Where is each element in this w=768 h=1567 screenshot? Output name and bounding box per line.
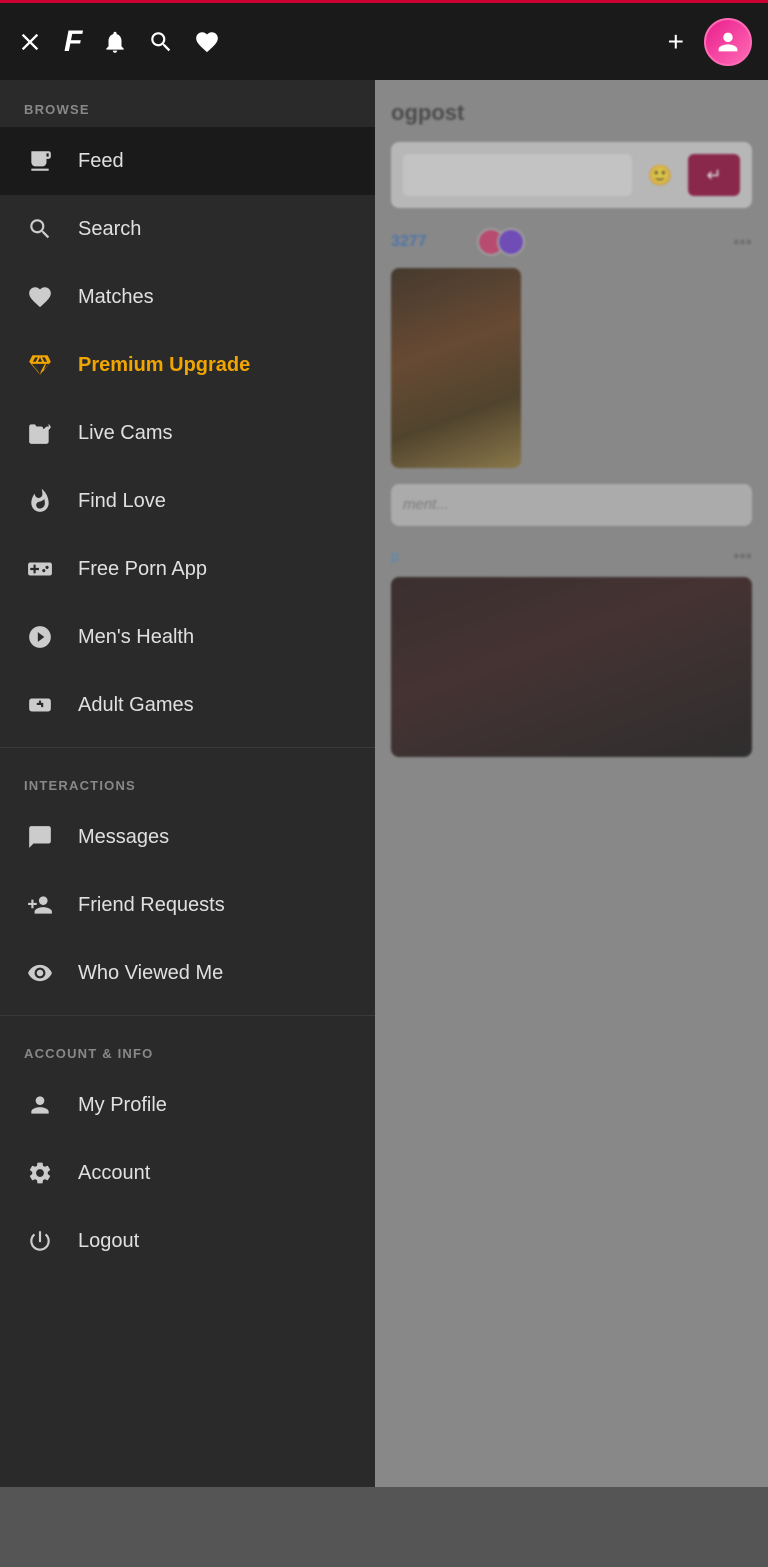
person-icon bbox=[24, 1089, 56, 1121]
sidebar-item-menshealth-label: Men's Health bbox=[78, 626, 194, 649]
power-icon bbox=[24, 1225, 56, 1257]
sidebar-item-premium-label: Premium Upgrade bbox=[78, 354, 250, 377]
divider-2 bbox=[0, 1015, 375, 1016]
second-post-username: p bbox=[391, 548, 399, 565]
sidebar-item-livecams-label: Live Cams bbox=[78, 422, 172, 445]
post-title: ogpost bbox=[391, 100, 752, 126]
post-header: 3277 rolex ••• bbox=[391, 228, 752, 256]
heart-nav-icon bbox=[24, 281, 56, 313]
sidebar-item-friendrequests[interactable]: Friend Requests bbox=[0, 871, 375, 939]
diamond-icon bbox=[24, 349, 56, 381]
sidebar-item-whoviewed-label: Who Viewed Me bbox=[78, 962, 223, 985]
sidebar-item-myprofile[interactable]: My Profile bbox=[0, 1071, 375, 1139]
send-button[interactable]: ↵ bbox=[688, 154, 740, 196]
sidebar-item-messages[interactable]: Messages bbox=[0, 803, 375, 871]
app-logo[interactable]: F bbox=[64, 25, 82, 59]
more-options-button[interactable]: ••• bbox=[733, 232, 752, 253]
sidebar-item-freeporn-label: Free Porn App bbox=[78, 558, 207, 581]
controller-icon bbox=[24, 689, 56, 721]
sidebar-item-adultgames[interactable]: Adult Games bbox=[0, 671, 375, 739]
sidebar-item-menshealth[interactable]: Men's Health bbox=[0, 603, 375, 671]
sidebar-item-search-label: Search bbox=[78, 218, 141, 241]
health-icon bbox=[24, 621, 56, 653]
sidebar-item-logout[interactable]: Logout bbox=[0, 1207, 375, 1275]
gamepad-icon bbox=[24, 553, 56, 585]
sidebar-item-findlove[interactable]: Find Love bbox=[0, 467, 375, 535]
second-post-header: p ••• bbox=[391, 546, 752, 567]
emoji-button[interactable]: 🙂 bbox=[642, 157, 678, 193]
sidebar-item-matches-label: Matches bbox=[78, 286, 154, 309]
search-nav-icon bbox=[24, 213, 56, 245]
sidebar-item-logout-label: Logout bbox=[78, 1230, 139, 1253]
close-icon[interactable] bbox=[16, 28, 44, 56]
account-section-label: ACCOUNT & INFO bbox=[0, 1024, 375, 1071]
sidebar-item-account[interactable]: Account bbox=[0, 1139, 375, 1207]
comment-placeholder-text: ment... bbox=[403, 496, 449, 513]
top-nav-bar: F + bbox=[0, 0, 768, 80]
sidebar-item-friendrequests-label: Friend Requests bbox=[78, 894, 225, 917]
sidebar-item-account-label: Account bbox=[78, 1162, 150, 1185]
sidebar-item-messages-label: Messages bbox=[78, 826, 169, 849]
chat-icon bbox=[24, 821, 56, 853]
browse-section-label: BROWSE bbox=[0, 80, 375, 127]
interactions-section-label: INTERACTIONS bbox=[0, 756, 375, 803]
sidebar-item-whoviewed[interactable]: Who Viewed Me bbox=[0, 939, 375, 1007]
second-post-image bbox=[391, 577, 752, 757]
comment-input[interactable] bbox=[403, 154, 632, 196]
sidebar-item-search[interactable]: Search bbox=[0, 195, 375, 263]
camera-icon bbox=[24, 417, 56, 449]
feed-icon bbox=[24, 145, 56, 177]
eye-icon bbox=[24, 957, 56, 989]
gear-icon bbox=[24, 1157, 56, 1189]
post-avatars bbox=[477, 228, 525, 256]
divider-1 bbox=[0, 747, 375, 748]
post-username2: rolex bbox=[437, 234, 467, 250]
comment-area[interactable]: ment... bbox=[391, 484, 752, 526]
sidebar: BROWSE Feed Search Matches bbox=[0, 80, 375, 1487]
comment-input-row: 🙂 ↵ bbox=[391, 142, 752, 208]
sidebar-item-freeporn[interactable]: Free Porn App bbox=[0, 535, 375, 603]
sidebar-item-feed[interactable]: Feed bbox=[0, 127, 375, 195]
sidebar-item-myprofile-label: My Profile bbox=[78, 1094, 167, 1117]
sidebar-item-premium[interactable]: Premium Upgrade bbox=[0, 331, 375, 399]
second-more-options-button[interactable]: ••• bbox=[733, 546, 752, 567]
adduser-icon bbox=[24, 889, 56, 921]
post-avatar-2 bbox=[497, 228, 525, 256]
flame-icon bbox=[24, 485, 56, 517]
sidebar-item-feed-label: Feed bbox=[78, 150, 124, 173]
sidebar-item-matches[interactable]: Matches bbox=[0, 263, 375, 331]
sidebar-item-livecams[interactable]: Live Cams bbox=[0, 399, 375, 467]
sidebar-item-adultgames-label: Adult Games bbox=[78, 694, 194, 717]
add-icon[interactable]: + bbox=[668, 26, 684, 58]
content-area: ogpost 🙂 ↵ 3277 rolex ••• ment... bbox=[375, 80, 768, 1487]
bell-icon[interactable] bbox=[102, 29, 128, 55]
post-image bbox=[391, 268, 521, 468]
post-username: 3277 bbox=[391, 233, 427, 251]
search-icon[interactable] bbox=[148, 29, 174, 55]
main-layout: BROWSE Feed Search Matches bbox=[0, 80, 768, 1487]
avatar[interactable] bbox=[704, 18, 752, 66]
heart-icon[interactable] bbox=[194, 29, 220, 55]
sidebar-item-findlove-label: Find Love bbox=[78, 490, 166, 513]
